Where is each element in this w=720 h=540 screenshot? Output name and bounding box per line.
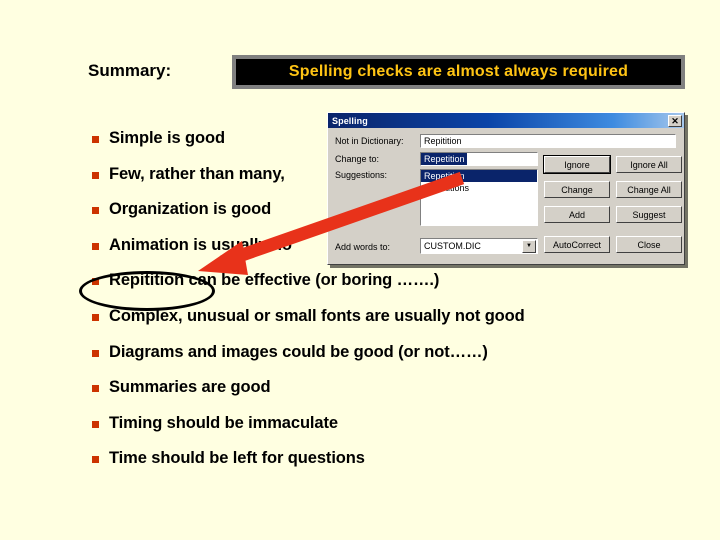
not-in-dictionary-field[interactable]: Repitition <box>420 134 676 148</box>
add-button[interactable]: Add <box>544 206 610 223</box>
list-item: Repitition can be effective (or boring …… <box>92 270 692 306</box>
title-banner: Spelling checks are almost always requir… <box>232 55 685 89</box>
chevron-down-icon[interactable]: ▼ <box>522 239 536 253</box>
square-bullet-icon <box>92 207 99 215</box>
list-item-label: Repitition can be effective (or boring …… <box>109 271 440 290</box>
square-bullet-icon <box>92 171 99 179</box>
ignore-all-button[interactable]: Ignore All <box>616 156 682 173</box>
list-item: Complex, unusual or small fonts are usua… <box>92 306 692 342</box>
ignore-button[interactable]: Ignore <box>543 155 611 174</box>
square-bullet-icon <box>92 456 99 464</box>
spelling-dialog: Spelling ✕ Not in Dictionary: Repitition… <box>327 112 685 265</box>
add-words-to-label: Add words to: <box>335 242 391 252</box>
change-button[interactable]: Change <box>544 181 610 198</box>
list-item: Diagrams and images could be good (or no… <box>92 342 692 378</box>
change-to-field[interactable]: Repetition <box>420 152 538 166</box>
list-item[interactable]: Repetition <box>421 170 537 182</box>
add-words-to-value: CUSTOM.DIC <box>424 241 481 251</box>
list-item-label: Animation is usually no <box>109 235 292 254</box>
summary-label: Summary: <box>88 61 172 80</box>
list-item-label: Organization is good <box>109 200 272 219</box>
list-item-label: Time should be left for questions <box>109 449 365 468</box>
autocorrect-button[interactable]: AutoCorrect <box>544 236 610 253</box>
list-item-label: Simple is good <box>109 129 225 147</box>
change-to-value: Repetition <box>421 153 467 165</box>
square-bullet-icon <box>92 385 99 393</box>
dialog-titlebar: Spelling ✕ <box>328 113 684 128</box>
slide-canvas: Summary: Spelling checks are almost alwa… <box>0 0 720 540</box>
list-item-label: Few, rather than many, <box>109 164 285 183</box>
square-bullet-icon <box>92 136 99 143</box>
square-bullet-icon <box>92 349 99 357</box>
change-to-label: Change to: <box>335 154 380 164</box>
dialog-body: Not in Dictionary: Repitition Change to:… <box>328 128 684 266</box>
list-item-label: Diagrams and images could be good (or no… <box>109 342 488 361</box>
list-item: Time should be left for questions <box>92 448 692 484</box>
close-icon[interactable]: ✕ <box>668 114 682 127</box>
square-bullet-icon <box>92 420 99 428</box>
banner-text: Spelling checks are almost always requir… <box>288 63 629 80</box>
square-bullet-icon <box>92 278 99 286</box>
close-button[interactable]: Close <box>616 236 682 253</box>
list-item[interactable]: Repetitions <box>421 182 537 194</box>
suggestions-listbox[interactable]: Repetition Repetitions <box>420 169 538 226</box>
list-item-label: Summaries are good <box>109 378 271 397</box>
list-item: Timing should be immaculate <box>92 413 692 449</box>
list-item-label: Complex, unusual or small fonts are usua… <box>109 306 525 325</box>
not-in-dictionary-label: Not in Dictionary: <box>335 136 404 146</box>
add-words-to-combobox[interactable]: CUSTOM.DIC ▼ <box>420 238 538 254</box>
suggestions-label: Suggestions: <box>335 170 388 180</box>
square-bullet-icon <box>92 242 99 250</box>
dialog-title: Spelling <box>332 115 368 126</box>
list-item-label: Timing should be immaculate <box>109 413 338 432</box>
change-all-button[interactable]: Change All <box>616 181 682 198</box>
list-item: Summaries are good <box>92 377 692 413</box>
suggest-button[interactable]: Suggest <box>616 206 682 223</box>
square-bullet-icon <box>92 313 99 321</box>
